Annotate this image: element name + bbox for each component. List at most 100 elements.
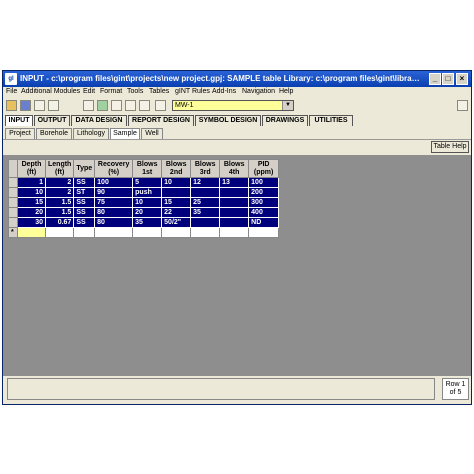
row-selector[interactable] [8,197,18,208]
cell-blows-1st[interactable]: 10 [132,197,163,208]
menu-gint-rules[interactable]: gINT Rules [175,88,210,95]
header-type[interactable]: Type [73,159,96,178]
tab-output[interactable]: OUTPUT [34,115,70,126]
cell-pid[interactable]: 400 [248,207,280,218]
header-blows-4th[interactable]: Blows 4th [219,159,250,178]
cell-recovery[interactable]: 90 [94,187,134,198]
cell-blows-4th[interactable] [219,187,250,198]
chevron-down-icon[interactable]: ▼ [282,101,293,110]
new-cell-blows-4th[interactable] [219,227,250,238]
cell-length[interactable]: 1.5 [44,207,75,218]
new-cell-pid[interactable] [248,227,280,238]
row-selector[interactable] [8,207,18,218]
header-depth[interactable]: Depth (ft) [17,159,46,178]
cell-blows-2nd[interactable] [161,187,192,198]
new-cell-type[interactable] [73,227,96,238]
new-cell-blows-2nd[interactable] [161,227,192,238]
cell-blows-2nd[interactable]: 50/2" [161,217,192,228]
cell-depth[interactable]: 20 [17,207,46,218]
cell-blows-4th[interactable] [219,197,250,208]
cell-blows-2nd[interactable]: 22 [161,207,192,218]
menu-tools[interactable]: Tools [127,88,143,95]
cell-depth[interactable]: 1 [17,177,46,188]
tab-drawings[interactable]: DRAWINGS [262,115,308,126]
cell-length[interactable]: 2 [44,187,75,198]
preview-eye-icon[interactable] [97,100,108,111]
cell-pid[interactable]: 300 [248,197,280,208]
cell-blows-3rd[interactable]: 25 [190,197,221,208]
title-bar[interactable]: gI INPUT - c:\program files\gint\project… [3,71,471,87]
cell-recovery[interactable]: 80 [94,207,134,218]
row-selector[interactable] [8,177,18,188]
row-selector-header[interactable] [8,159,18,178]
new-record-marker[interactable]: * [8,227,18,238]
menu-format[interactable]: Format [100,88,122,95]
tab-utilities[interactable]: UTILITIES [309,115,353,126]
maximize-button[interactable]: □ [442,73,454,85]
cell-type[interactable]: SS [73,197,96,208]
tab-project[interactable]: Project [5,128,35,139]
borehole-combo[interactable]: MW-1 ▼ [172,100,294,111]
cell-blows-3rd[interactable]: 35 [190,207,221,218]
export-icon[interactable] [48,100,59,111]
header-blows-1st[interactable]: Blows 1st [132,159,163,178]
tab-input[interactable]: INPUT [5,115,33,126]
tab-data-design[interactable]: DATA DESIGN [71,115,127,126]
header-blows-2nd[interactable]: Blows 2nd [161,159,192,178]
cell-recovery[interactable]: 100 [94,177,134,188]
cell-pid[interactable]: 200 [248,187,280,198]
cell-depth[interactable]: 15 [17,197,46,208]
cell-type[interactable]: SS [73,217,96,228]
cell-recovery[interactable]: 80 [94,217,134,228]
new-cell-blows-1st[interactable] [132,227,163,238]
new-page-icon[interactable] [139,100,150,111]
new-cell-blows-3rd[interactable] [190,227,221,238]
cell-depth[interactable]: 10 [17,187,46,198]
menu-navigation[interactable]: Navigation [242,88,275,95]
tab-report-design[interactable]: REPORT DESIGN [128,115,194,126]
menu-add-ins[interactable]: Add-Ins [212,88,236,95]
paste-icon[interactable] [155,100,166,111]
header-blows-3rd[interactable]: Blows 3rd [190,159,221,178]
cell-blows-4th[interactable] [219,207,250,218]
header-pid[interactable]: PID (ppm) [248,159,280,178]
cell-depth[interactable]: 30 [17,217,46,228]
row-selector[interactable] [8,187,18,198]
cell-length[interactable]: 1.5 [44,197,75,208]
cell-pid[interactable]: 100 [248,177,280,188]
open-folder-icon[interactable] [6,100,17,111]
header-length[interactable]: Length (ft) [44,159,75,178]
tab-symbol-design[interactable]: SYMBOL DESIGN [195,115,261,126]
cell-type[interactable]: ST [73,187,96,198]
document-icon[interactable] [83,100,94,111]
cell-blows-4th[interactable]: 13 [219,177,250,188]
new-cell-recovery[interactable] [94,227,134,238]
cell-length[interactable]: 2 [44,177,75,188]
cell-blows-1st[interactable]: 5 [132,177,163,188]
menu-edit[interactable]: Edit [83,88,95,95]
cell-blows-1st[interactable]: 20 [132,207,163,218]
cell-blows-3rd[interactable]: 12 [190,177,221,188]
cell-recovery[interactable]: 75 [94,197,134,208]
table-help-button[interactable]: Table Help [431,141,469,153]
properties-icon[interactable] [125,100,136,111]
save-icon[interactable] [20,100,31,111]
menu-additional-modules[interactable]: Additional Modules [21,88,80,95]
menu-help[interactable]: Help [279,88,293,95]
print-preview-icon[interactable] [34,100,45,111]
cell-pid[interactable]: ND [248,217,280,228]
tab-borehole[interactable]: Borehole [36,128,72,139]
cell-blows-1st[interactable]: 35 [132,217,163,228]
tab-lithology[interactable]: Lithology [73,128,109,139]
cell-blows-1st[interactable]: push [132,187,163,198]
cell-blows-3rd[interactable] [190,217,221,228]
toolbar-options-icon[interactable] [457,100,468,111]
cell-blows-4th[interactable] [219,217,250,228]
tab-well[interactable]: Well [141,128,163,139]
cell-blows-2nd[interactable]: 10 [161,177,192,188]
cell-blows-2nd[interactable]: 15 [161,197,192,208]
row-selector[interactable] [8,217,18,228]
cell-type[interactable]: SS [73,177,96,188]
close-button[interactable]: × [456,73,468,85]
menu-tables[interactable]: Tables [149,88,169,95]
